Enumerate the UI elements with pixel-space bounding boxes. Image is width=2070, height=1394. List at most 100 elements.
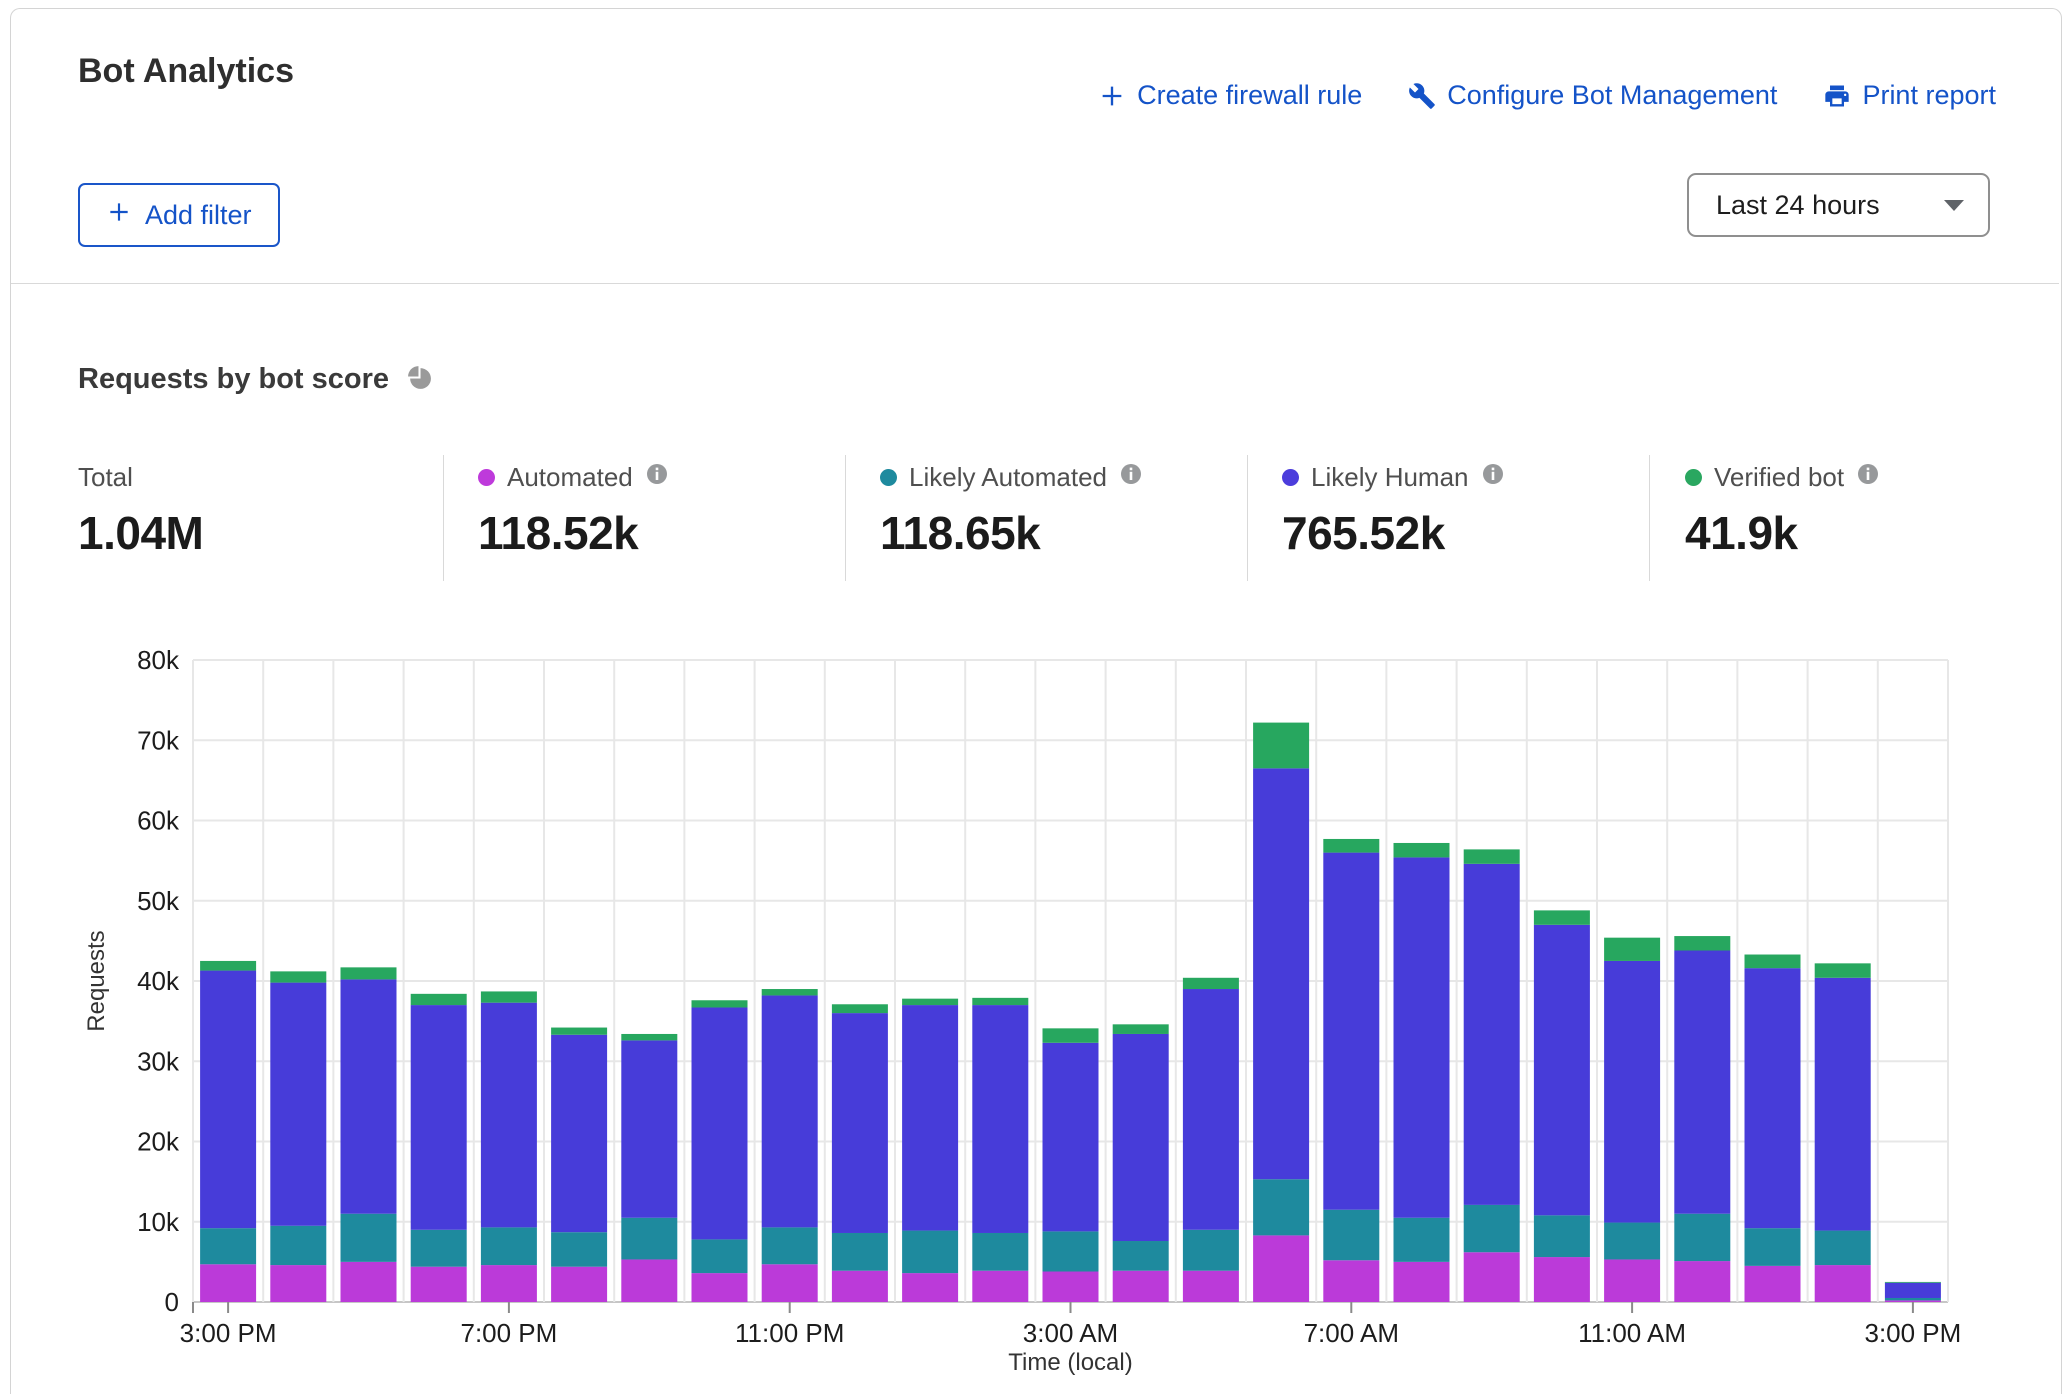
bar-segment[interactable] xyxy=(692,1239,748,1273)
bar-segment[interactable] xyxy=(762,1264,818,1302)
bar-segment[interactable] xyxy=(1745,1266,1801,1302)
bar-segment[interactable] xyxy=(1534,910,1590,924)
bar-segment[interactable] xyxy=(1043,1028,1099,1042)
bar-segment[interactable] xyxy=(902,999,958,1005)
bar-segment[interactable] xyxy=(762,989,818,995)
bar-segment[interactable] xyxy=(341,1262,397,1302)
bar-segment[interactable] xyxy=(1745,1228,1801,1266)
bar-segment[interactable] xyxy=(1113,1241,1169,1271)
bar-segment[interactable] xyxy=(1043,1231,1099,1271)
bar-segment[interactable] xyxy=(1534,925,1590,1216)
bar-segment[interactable] xyxy=(1183,1271,1239,1302)
bar-segment[interactable] xyxy=(1534,1215,1590,1257)
bar-segment[interactable] xyxy=(1604,1223,1660,1260)
bar-segment[interactable] xyxy=(1815,1265,1871,1302)
bar-segment[interactable] xyxy=(972,1005,1028,1233)
bar-segment[interactable] xyxy=(1885,1282,1941,1283)
bar-segment[interactable] xyxy=(1043,1043,1099,1232)
bar-segment[interactable] xyxy=(1043,1272,1099,1302)
bar-segment[interactable] xyxy=(200,1264,256,1302)
bar-segment[interactable] xyxy=(1394,1262,1450,1302)
bar-segment[interactable] xyxy=(1253,1235,1309,1302)
requests-chart[interactable]: 010k20k30k40k50k60k70k80k3:00 PM7:00 PM1… xyxy=(0,628,2070,1394)
bar-segment[interactable] xyxy=(832,1013,888,1233)
info-icon[interactable] xyxy=(1481,462,1505,493)
bar-segment[interactable] xyxy=(1674,1261,1730,1302)
configure-bot-management-link[interactable]: Configure Bot Management xyxy=(1408,80,1777,111)
bar-segment[interactable] xyxy=(411,1230,467,1267)
info-icon[interactable] xyxy=(1119,462,1143,493)
bar-segment[interactable] xyxy=(832,1233,888,1271)
bar-segment[interactable] xyxy=(1674,951,1730,1214)
bar-segment[interactable] xyxy=(1323,839,1379,853)
bar-segment[interactable] xyxy=(1464,1205,1520,1252)
bar-segment[interactable] xyxy=(1604,1259,1660,1302)
bar-segment[interactable] xyxy=(832,1004,888,1013)
bar-segment[interactable] xyxy=(1323,1260,1379,1302)
bar-segment[interactable] xyxy=(481,1003,537,1228)
bar-segment[interactable] xyxy=(1323,853,1379,1210)
bar-segment[interactable] xyxy=(692,1007,748,1239)
bar-segment[interactable] xyxy=(621,1259,677,1302)
bar-segment[interactable] xyxy=(1113,1024,1169,1034)
bar-segment[interactable] xyxy=(621,1040,677,1217)
bar-segment[interactable] xyxy=(1815,978,1871,1231)
info-icon[interactable] xyxy=(1856,462,1880,493)
bar-segment[interactable] xyxy=(481,1227,537,1265)
bar-segment[interactable] xyxy=(621,1218,677,1260)
bar-segment[interactable] xyxy=(200,1228,256,1264)
bar-segment[interactable] xyxy=(1604,961,1660,1223)
bar-segment[interactable] xyxy=(1183,989,1239,1230)
info-icon[interactable] xyxy=(645,462,669,493)
bar-segment[interactable] xyxy=(1534,1257,1590,1302)
bar-segment[interactable] xyxy=(762,1227,818,1264)
bar-segment[interactable] xyxy=(1464,864,1520,1205)
bar-segment[interactable] xyxy=(692,1000,748,1007)
bar-segment[interactable] xyxy=(411,1005,467,1230)
bar-segment[interactable] xyxy=(1815,963,1871,977)
bar-segment[interactable] xyxy=(1323,1210,1379,1261)
bar-segment[interactable] xyxy=(1745,955,1801,969)
bar-segment[interactable] xyxy=(1885,1300,1941,1302)
bar-segment[interactable] xyxy=(551,1267,607,1302)
bar-segment[interactable] xyxy=(270,1226,326,1265)
bar-segment[interactable] xyxy=(902,1231,958,1274)
bar-segment[interactable] xyxy=(1394,843,1450,857)
bar-segment[interactable] xyxy=(270,1265,326,1302)
bar-segment[interactable] xyxy=(1253,768,1309,1179)
bar-segment[interactable] xyxy=(1885,1283,1941,1298)
bar-segment[interactable] xyxy=(972,998,1028,1005)
bar-segment[interactable] xyxy=(551,1232,607,1267)
bar-segment[interactable] xyxy=(270,983,326,1226)
bar-segment[interactable] xyxy=(411,1267,467,1302)
bar-segment[interactable] xyxy=(1464,1252,1520,1302)
bar-segment[interactable] xyxy=(1183,1230,1239,1271)
bar-segment[interactable] xyxy=(411,994,467,1005)
bar-segment[interactable] xyxy=(1253,723,1309,769)
bar-segment[interactable] xyxy=(692,1273,748,1302)
bar-segment[interactable] xyxy=(1183,978,1239,989)
bar-segment[interactable] xyxy=(1113,1271,1169,1302)
bar-segment[interactable] xyxy=(1885,1298,1941,1300)
bar-segment[interactable] xyxy=(200,971,256,1229)
bar-segment[interactable] xyxy=(621,1034,677,1040)
bar-segment[interactable] xyxy=(1464,849,1520,863)
bar-segment[interactable] xyxy=(1674,936,1730,950)
bar-segment[interactable] xyxy=(200,961,256,971)
bar-segment[interactable] xyxy=(1745,968,1801,1228)
time-range-dropdown[interactable]: Last 24 hours xyxy=(1687,173,1990,237)
create-firewall-rule-link[interactable]: Create firewall rule xyxy=(1098,80,1362,111)
bar-segment[interactable] xyxy=(481,991,537,1002)
bar-segment[interactable] xyxy=(762,995,818,1227)
bar-segment[interactable] xyxy=(551,1035,607,1232)
bar-segment[interactable] xyxy=(341,1214,397,1262)
bar-segment[interactable] xyxy=(551,1028,607,1035)
print-report-link[interactable]: Print report xyxy=(1823,80,1996,111)
bar-segment[interactable] xyxy=(1674,1214,1730,1261)
bar-segment[interactable] xyxy=(270,971,326,982)
bar-segment[interactable] xyxy=(1394,857,1450,1217)
bar-segment[interactable] xyxy=(972,1271,1028,1302)
bar-segment[interactable] xyxy=(1113,1034,1169,1241)
bar-segment[interactable] xyxy=(481,1265,537,1302)
bar-segment[interactable] xyxy=(341,967,397,979)
